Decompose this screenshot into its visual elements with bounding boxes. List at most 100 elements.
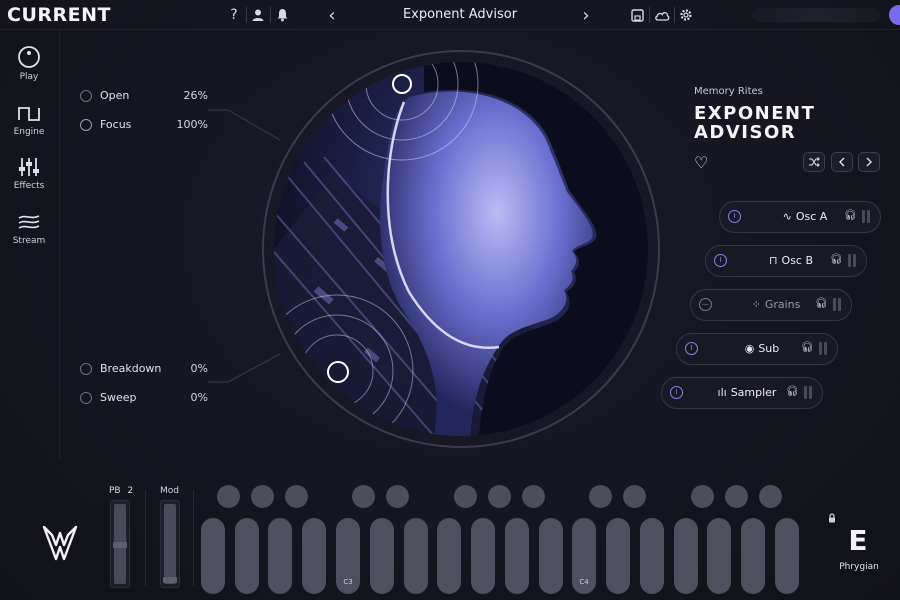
black-key[interactable] xyxy=(251,485,274,508)
black-key[interactable] xyxy=(759,485,782,508)
mod-wheel[interactable] xyxy=(160,500,180,588)
white-key[interactable] xyxy=(640,518,664,594)
white-key[interactable] xyxy=(505,518,529,594)
white-key[interactable] xyxy=(404,518,428,594)
headphones-icon[interactable]: 🎧︎ xyxy=(830,254,843,265)
white-key[interactable] xyxy=(302,518,326,594)
layer-grains[interactable]: — ⁘ Grains 🎧︎ xyxy=(690,289,852,321)
divider xyxy=(193,490,194,586)
shuffle-button[interactable] xyxy=(803,152,825,172)
macro-sweep[interactable]: Sweep 0% xyxy=(80,390,208,406)
white-key[interactable] xyxy=(674,518,698,594)
macro-value: 0% xyxy=(190,391,208,404)
prev-preset-button[interactable] xyxy=(831,152,853,172)
black-key[interactable] xyxy=(691,485,714,508)
nav-item-stream[interactable]: Stream xyxy=(0,211,58,261)
layer-osc-a[interactable]: I ∿ Osc A 🎧︎ xyxy=(719,201,881,233)
key-root-note[interactable]: E xyxy=(838,524,878,557)
grains-icon: ⁘ xyxy=(751,298,761,311)
power-icon[interactable]: I xyxy=(685,342,698,355)
white-key[interactable] xyxy=(471,518,495,594)
layer-osc-b[interactable]: I ⊓ Osc B 🎧︎ xyxy=(705,245,867,277)
power-icon[interactable]: I xyxy=(714,254,727,267)
macro-focus[interactable]: Focus 100% xyxy=(80,117,208,133)
favorite-heart-icon[interactable]: ♡ xyxy=(694,153,708,172)
pitch-bend-wheel[interactable] xyxy=(110,500,130,588)
avatar[interactable] xyxy=(889,5,900,25)
save-icon[interactable] xyxy=(627,5,647,25)
help-icon[interactable]: ? xyxy=(224,5,244,25)
black-key[interactable] xyxy=(725,485,748,508)
power-icon[interactable]: I xyxy=(728,210,741,223)
prev-preset-icon[interactable]: ‹ xyxy=(322,5,342,26)
white-key[interactable] xyxy=(370,518,394,594)
macro-knob-icon[interactable] xyxy=(80,90,92,102)
disabled-icon[interactable]: — xyxy=(699,298,712,311)
pitch-bend-label: PB 2 xyxy=(109,486,133,496)
preset-name[interactable]: Exponent Advisor xyxy=(360,7,560,22)
user-icon[interactable] xyxy=(248,5,268,25)
black-key[interactable] xyxy=(623,485,646,508)
preset-title-line: EXPONENT xyxy=(694,103,816,124)
next-preset-button[interactable] xyxy=(858,152,880,172)
waves-icon xyxy=(18,215,40,229)
wheel-thumb[interactable] xyxy=(163,577,177,583)
pb-range-value[interactable]: 2 xyxy=(127,486,133,496)
macro-knob-icon[interactable] xyxy=(80,363,92,375)
cloud-icon[interactable] xyxy=(652,5,672,25)
nav-item-play[interactable]: Play xyxy=(0,45,58,95)
layer-label: Sub xyxy=(758,342,780,355)
black-key[interactable] xyxy=(386,485,409,508)
macro-breakdown[interactable]: Breakdown 0% xyxy=(80,361,208,377)
nav-item-engine[interactable]: Engine xyxy=(0,102,58,152)
wheel-thumb[interactable] xyxy=(113,542,127,548)
black-key[interactable] xyxy=(217,485,240,508)
xy-handle-bottom[interactable] xyxy=(327,361,349,383)
left-sidebar: Play Engine Effects Stream xyxy=(0,30,60,460)
macro-open[interactable]: Open 26% xyxy=(80,88,208,104)
black-key[interactable] xyxy=(454,485,477,508)
key-scale[interactable]: Phrygian xyxy=(834,562,884,572)
macro-label: Sweep xyxy=(100,391,137,404)
white-key-c4[interactable]: C4 xyxy=(572,518,596,594)
headphones-icon[interactable]: 🎧︎ xyxy=(786,386,799,397)
nav-label-play: Play xyxy=(19,72,39,82)
preset-title: EXPONENT ADVISOR xyxy=(694,104,894,142)
headphones-icon[interactable]: 🎧︎ xyxy=(801,342,814,353)
sliders-icon xyxy=(19,158,39,176)
macro-label: Focus xyxy=(100,118,132,131)
black-key[interactable] xyxy=(488,485,511,508)
layer-label: Osc A xyxy=(795,210,828,223)
white-key[interactable] xyxy=(741,518,765,594)
next-preset-icon[interactable]: › xyxy=(576,5,596,26)
black-key[interactable] xyxy=(522,485,545,508)
pb-label: PB xyxy=(109,486,121,496)
white-key[interactable] xyxy=(606,518,630,594)
white-key[interactable] xyxy=(201,518,225,594)
lock-icon[interactable] xyxy=(828,513,836,526)
layer-sampler[interactable]: I ılı Sampler 🎧︎ xyxy=(661,377,823,409)
white-key[interactable] xyxy=(437,518,461,594)
headphones-icon[interactable]: 🎧︎ xyxy=(815,298,828,309)
xy-handle-top[interactable] xyxy=(392,74,412,94)
white-key[interactable] xyxy=(775,518,799,594)
white-key[interactable] xyxy=(707,518,731,594)
white-key[interactable] xyxy=(235,518,259,594)
layer-name: ∿ Osc A xyxy=(766,210,844,223)
macro-knob-icon[interactable] xyxy=(80,119,92,131)
brand-logo-icon xyxy=(42,525,78,567)
nav-label-engine: Engine xyxy=(13,127,45,137)
black-key[interactable] xyxy=(352,485,375,508)
black-key[interactable] xyxy=(285,485,308,508)
gear-icon[interactable] xyxy=(676,5,696,25)
layer-sub[interactable]: I ◉ Sub 🎧︎ xyxy=(676,333,838,365)
macro-knob-icon[interactable] xyxy=(80,392,92,404)
bell-icon[interactable] xyxy=(272,5,292,25)
white-key[interactable] xyxy=(268,518,292,594)
white-key-c3[interactable]: C3 xyxy=(336,518,360,594)
black-key[interactable] xyxy=(589,485,612,508)
headphones-icon[interactable]: 🎧︎ xyxy=(844,210,857,221)
nav-item-effects[interactable]: Effects xyxy=(0,156,58,206)
power-icon[interactable]: I xyxy=(670,386,683,399)
white-key[interactable] xyxy=(539,518,563,594)
